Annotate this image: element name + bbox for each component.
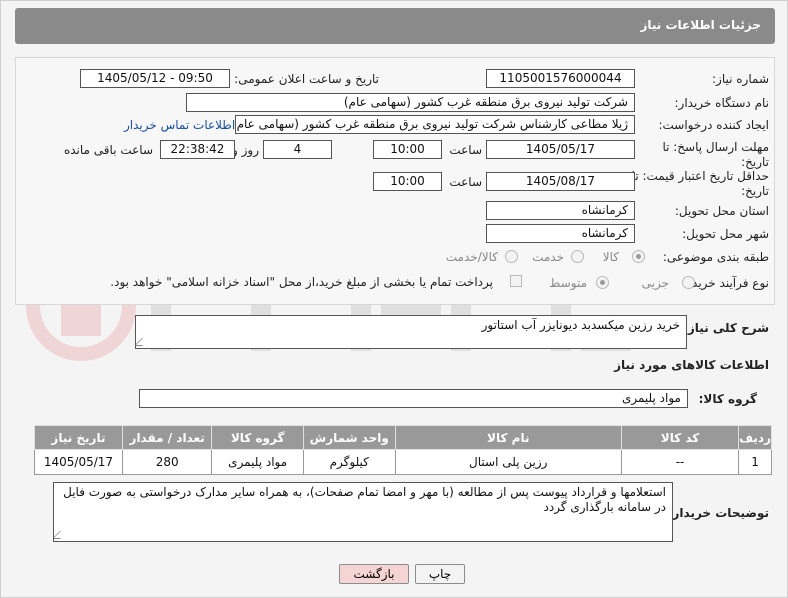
remaining-days-field: 4 bbox=[263, 140, 332, 159]
cell-item-name: رزین پلی استال bbox=[394, 449, 622, 475]
purchase-type-label: نوع فرآیند خرید : bbox=[684, 276, 769, 290]
col-item-group: گروه کالا bbox=[211, 425, 304, 450]
cell-item-code: -- bbox=[620, 449, 740, 475]
creator-field: ژیلا مطاعی کارشناس شرکت تولید نیروی برق … bbox=[235, 115, 635, 134]
col-quantity: تعداد / مقدار bbox=[121, 425, 213, 450]
city-label: شهر محل تحویل: bbox=[682, 227, 769, 241]
category-option-goods-service: کالا/خدمت bbox=[445, 250, 498, 264]
resize-handle-icon[interactable] bbox=[136, 338, 150, 346]
category-radio-goods[interactable] bbox=[632, 250, 645, 263]
cell-row-number: 1 bbox=[738, 449, 772, 475]
reply-date-field: 1405/05/17 bbox=[486, 140, 635, 159]
description-text: خرید رزین میکسدبد دیونایزر آب استاتور bbox=[481, 318, 680, 332]
cell-quantity: 280 bbox=[121, 449, 213, 475]
purchase-radio-medium[interactable] bbox=[596, 276, 609, 289]
purchase-radio-minor[interactable] bbox=[682, 276, 695, 289]
cell-item-group: مواد پلیمری bbox=[211, 449, 304, 475]
table-row: 1 -- رزین پلی استال کیلوگرم مواد پلیمری … bbox=[34, 449, 772, 475]
cell-unit: کیلوگرم bbox=[302, 449, 396, 475]
items-table-header: ردیف کد کالا نام کالا واحد شمارش گروه کا… bbox=[34, 425, 772, 450]
purchase-option-medium: متوسط bbox=[549, 276, 587, 290]
reply-time-label: ساعت bbox=[449, 143, 482, 157]
reply-time-field: 10:00 bbox=[373, 140, 442, 159]
goods-group-field: مواد پلیمری bbox=[139, 389, 688, 408]
resize-handle-icon[interactable] bbox=[54, 531, 68, 539]
need-number-label: شماره نیاز: bbox=[712, 72, 769, 86]
col-row-number: ردیف bbox=[738, 425, 772, 450]
province-label: استان محل تحویل: bbox=[674, 204, 769, 218]
buyer-notes-text: استعلامها و قرارداد پیوست پس از مطالعه (… bbox=[63, 485, 666, 514]
items-table: ردیف کد کالا نام کالا واحد شمارش گروه کا… bbox=[34, 425, 772, 475]
price-validity-time-field: 10:00 bbox=[373, 172, 442, 191]
description-textarea[interactable]: خرید رزین میکسدبد دیونایزر آب استاتور bbox=[135, 315, 687, 349]
category-option-goods: کالا bbox=[602, 250, 619, 264]
price-validity-date-field: 1405/08/17 bbox=[486, 172, 635, 191]
col-item-name: نام کالا bbox=[394, 425, 622, 450]
need-number-field: 1105001576000044 bbox=[486, 69, 635, 88]
city-field: کرمانشاه bbox=[486, 224, 635, 243]
purchase-option-minor: جزیی bbox=[641, 276, 669, 290]
col-need-date: تاریخ نیاز bbox=[34, 425, 123, 450]
creator-label: ایجاد کننده درخواست: bbox=[658, 118, 769, 132]
goods-group-label: گروه کالا: bbox=[698, 392, 757, 406]
reply-deadline-label: مهلت ارسال پاسخ: تا تاریخ: bbox=[662, 140, 769, 169]
buyer-notes-textarea[interactable]: استعلامها و قرارداد پیوست پس از مطالعه (… bbox=[53, 482, 673, 542]
days-label: روز و bbox=[232, 143, 259, 157]
treasury-payment-note: پرداخت تمام یا بخشی از مبلغ خرید،از محل … bbox=[110, 275, 493, 289]
price-validity-label: حداقل تاریخ اعتبار قیمت: تا تاریخ: bbox=[631, 169, 769, 198]
remaining-time-label: ساعت باقی مانده bbox=[63, 143, 153, 157]
col-item-code: کد کالا bbox=[620, 425, 740, 450]
print-button[interactable]: چاپ bbox=[415, 564, 465, 584]
page-title: جزئیات اطلاعات نیاز bbox=[640, 18, 761, 32]
cell-need-date: 1405/05/17 bbox=[34, 449, 123, 475]
province-field: کرمانشاه bbox=[486, 201, 635, 220]
category-option-service: خدمت bbox=[532, 250, 564, 264]
description-label: شرح کلی نیاز: bbox=[683, 321, 769, 335]
buyer-org-field: شرکت تولید نیروی برق منطقه غرب کشور (سها… bbox=[186, 93, 635, 112]
announce-label: تاریخ و ساعت اعلان عمومی: bbox=[234, 72, 379, 86]
title-bar: جزئیات اطلاعات نیاز bbox=[15, 8, 775, 44]
col-unit: واحد شمارش bbox=[302, 425, 396, 450]
category-radio-goods-service[interactable] bbox=[505, 250, 518, 263]
remaining-time-field: 22:38:42 bbox=[160, 140, 235, 159]
price-validity-time-label: ساعت bbox=[449, 175, 482, 189]
buyer-notes-label: توضیحات خریدار: bbox=[667, 506, 769, 520]
category-label: طبقه بندی موضوعی: bbox=[662, 250, 769, 264]
treasury-payment-checkbox[interactable] bbox=[510, 275, 522, 287]
buyer-org-label: نام دستگاه خریدار: bbox=[674, 96, 770, 110]
page: جزئیات اطلاعات نیاز شماره نیاز: 11050015… bbox=[0, 0, 788, 598]
back-button[interactable]: بازگشت bbox=[339, 564, 409, 584]
buyer-contact-link[interactable]: اطلاعات تماس خریدار bbox=[124, 118, 235, 132]
category-radio-service[interactable] bbox=[571, 250, 584, 263]
announce-field: 1405/05/12 - 09:50 bbox=[80, 69, 230, 88]
goods-section-title: اطلاعات کالاهای مورد نیاز bbox=[614, 358, 769, 372]
